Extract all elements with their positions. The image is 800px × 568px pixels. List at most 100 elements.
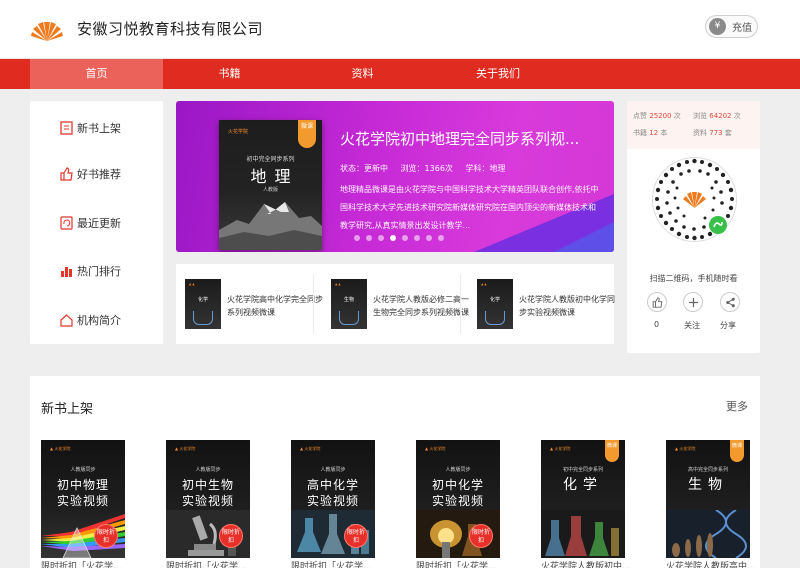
featured-item[interactable]: ▲ ▲ 化学 火花学院高中化学完全同步系列视频微课: [185, 279, 325, 329]
banner-book-cover[interactable]: 火花学院 微课 初中完全同步系列 地理 人教版: [219, 120, 322, 250]
thumb-cover: ▲ ▲ 化学: [477, 279, 513, 329]
menu-item-ranking[interactable]: 热门排行: [60, 261, 121, 281]
book-title: 初中物理 实验视频: [56, 478, 109, 508]
share-icon: [725, 297, 735, 307]
cover-logo: ▲ 火花学院: [675, 446, 696, 451]
book-subtitle: 人教版同步: [320, 467, 346, 473]
like-count: 0: [654, 320, 660, 329]
carousel-dot[interactable]: [354, 235, 360, 241]
thumb-cover: ▲ ▲ 化学: [185, 279, 221, 329]
book-caption[interactable]: 限时折扣「火花学...: [416, 559, 497, 568]
carousel-dot[interactable]: [366, 235, 372, 241]
thumbs-up-icon: [652, 296, 662, 308]
book-icon: [60, 121, 73, 135]
featured-banner[interactable]: 火花学院 微课 初中完全同步系列 地理 人教版 火花学院初中地理完全同步系列视.…: [176, 101, 614, 252]
mini-program-qr-code: [652, 157, 737, 242]
book-title: 高中化学 实验视频: [306, 478, 359, 508]
book-caption[interactable]: 限时折扣「火花学...: [166, 559, 247, 568]
featured-list: ▲ ▲ 化学 火花学院高中化学完全同步系列视频微课 ▲ ▲ 生物 火花学院人教版…: [176, 264, 615, 344]
mountain-illustration: [219, 202, 322, 250]
book-card[interactable]: ▲ 火花学院 人教版同步 初中物理 实验视频 限时折扣: [41, 440, 125, 558]
featured-item-title: 火花学院人教版必修二高一生物完全同步系列视频微课: [373, 295, 469, 317]
banner-status: 状态：更新中: [340, 164, 388, 173]
menu-item-label: 好书推荐: [77, 168, 121, 181]
nav-item-about[interactable]: 关于我们: [429, 59, 567, 89]
company-name: 安徽习悦教育科技有限公司: [77, 20, 264, 38]
stat-views: 浏览 64202 次: [693, 112, 741, 120]
book-card[interactable]: ▲ 火花学院 微课 初中完全同步系列 化学: [541, 440, 625, 558]
like-button[interactable]: [647, 292, 667, 312]
stats-header: [627, 101, 760, 149]
featured-item-title: 火花学院高中化学完全同步系列视频微课: [227, 295, 323, 317]
book-caption[interactable]: 火花学院人教版初中...: [541, 559, 631, 568]
more-link[interactable]: 更多: [726, 398, 748, 414]
discount-badge: 限时折扣: [219, 524, 243, 548]
menu-item-recent[interactable]: 最近更新: [60, 213, 121, 233]
book-subtitle: 人教版同步: [445, 467, 471, 473]
share-button[interactable]: [720, 292, 740, 312]
menu-item-label: 最近更新: [77, 217, 121, 230]
refresh-icon: [60, 216, 73, 230]
divider: [313, 274, 314, 334]
nav-item-materials[interactable]: 资料: [296, 59, 429, 89]
cover-logo: ▲ 火花学院: [175, 446, 196, 451]
follow-label: 关注: [684, 321, 700, 330]
cover-logo: ▲ 火花学院: [300, 446, 321, 451]
book-subtitle: 初中完全同步系列: [562, 467, 603, 473]
qr-caption: 扫描二维码，手机随时看: [649, 274, 738, 283]
recharge-label: 充值: [732, 23, 752, 34]
stat-likes: 点赞 25200 次: [633, 112, 681, 120]
stat-books: 书籍 12 本: [633, 129, 668, 137]
carousel-dot[interactable]: [378, 235, 384, 241]
nav-item-home[interactable]: 首页: [30, 59, 163, 89]
book-title: 初中化学 实验视频: [431, 478, 484, 508]
book-caption[interactable]: 火花学院人教版高中...: [666, 559, 756, 568]
banner-title[interactable]: 火花学院初中地理完全同步系列视...: [340, 128, 579, 149]
featured-item[interactable]: ▲ ▲ 生物 火花学院人教版必修二高一生物完全同步系列视频微课: [331, 279, 471, 329]
thumb-cover: ▲ ▲ 生物: [331, 279, 367, 329]
cover-logo: ▲ 火花学院: [50, 446, 71, 451]
follow-button[interactable]: [683, 292, 703, 312]
divider: [460, 274, 461, 334]
book-card[interactable]: ▲ 火花学院 人教版同步 初中化学 实验视频 限时折扣: [416, 440, 500, 558]
book-card[interactable]: ▲ 火花学院 人教版同步 初中生物 实验视频 限时折扣: [166, 440, 250, 558]
cover-tag: 微课: [298, 120, 316, 148]
carousel-dot[interactable]: [402, 235, 408, 241]
cover-tag: 微课: [605, 440, 619, 462]
home-icon: [60, 314, 73, 327]
dna-evolution-illustration: [666, 510, 750, 558]
book-title: 化学: [563, 477, 603, 493]
stat-materials: 资料 773 套: [693, 129, 732, 137]
bar-chart-icon: [61, 267, 72, 277]
banner-meta: 状态：更新中 浏览：1366次 学科：地理: [340, 163, 515, 174]
carousel-dot[interactable]: [438, 235, 444, 241]
recharge-button[interactable]: ¥ 充值: [705, 15, 758, 38]
carousel-dot-active[interactable]: [390, 235, 396, 241]
menu-item-label: 机构简介: [77, 314, 121, 327]
nav-item-books[interactable]: 书籍: [163, 59, 296, 89]
carousel-dots: [354, 235, 444, 241]
carousel-dot[interactable]: [426, 235, 432, 241]
carousel-dot[interactable]: [414, 235, 420, 241]
banner-description: 地理精品微课是由火花学院与中国科学技术大学精英团队联合创作,依托中国科学技术大学…: [340, 185, 599, 230]
menu-item-about-org[interactable]: 机构简介: [60, 310, 121, 330]
book-card[interactable]: ▲ 火花学院 微课 高中完全同步系列 生物: [666, 440, 750, 558]
cover-tag: 微课: [730, 440, 744, 462]
book-subtitle: 人教版同步: [70, 467, 96, 473]
thumbs-up-icon: [60, 167, 73, 181]
beaker-illustration: [541, 510, 625, 558]
book-caption[interactable]: 限时折扣「火花学...: [291, 559, 372, 568]
book-caption[interactable]: 限时折扣「火花学...: [41, 559, 122, 568]
book-title: 初中生物 实验视频: [181, 478, 234, 508]
company-logo[interactable]: [30, 12, 64, 42]
cover-logo: ▲ 火花学院: [550, 446, 571, 451]
share-label: 分享: [720, 321, 736, 330]
menu-item-new-books[interactable]: 新书上架: [60, 118, 121, 138]
section-title: 新书上架: [41, 402, 94, 417]
book-card[interactable]: ▲ 火花学院 人教版同步 高中化学 实验视频 限时折扣: [291, 440, 375, 558]
featured-item[interactable]: ▲ ▲ 化学 火花学院人教版初中化学同步实验视频微课: [477, 279, 615, 329]
menu-item-recommend[interactable]: 好书推荐: [60, 164, 121, 184]
cover-logo: 火花学院: [228, 129, 249, 135]
coin-icon: ¥: [709, 18, 726, 35]
banner-views: 浏览：1366次: [400, 164, 453, 173]
